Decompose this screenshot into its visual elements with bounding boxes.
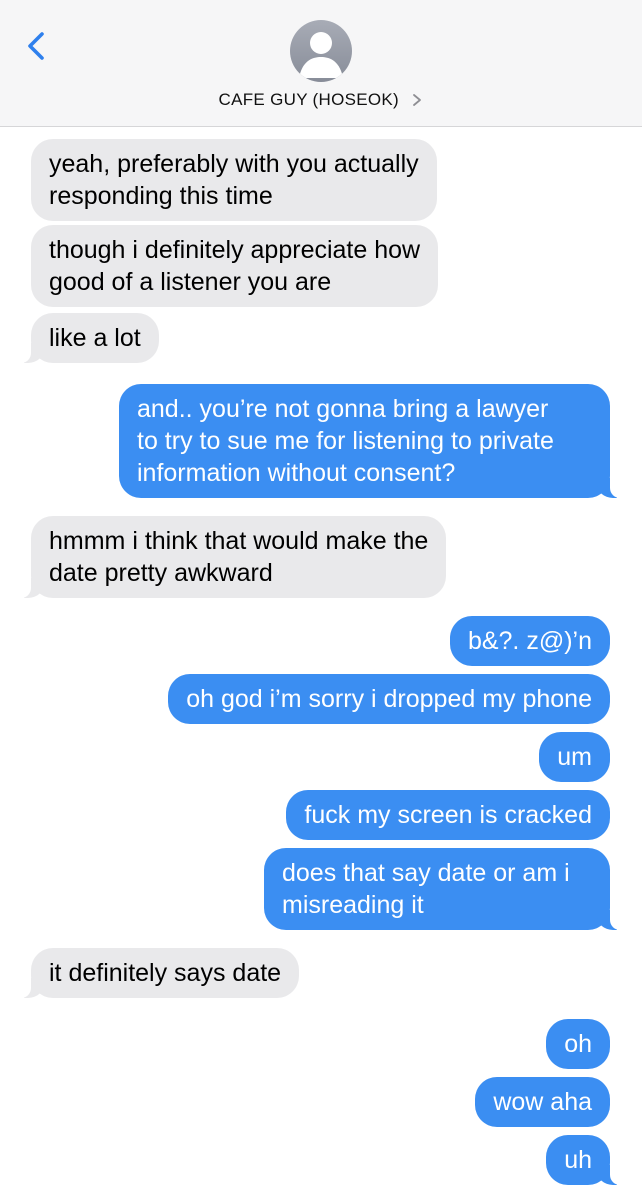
incoming-message[interactable]: yeah, preferably with you actually respo… xyxy=(31,139,437,221)
incoming-message[interactable]: hmmm i think that would make the date pr… xyxy=(18,516,447,598)
message-text: fuck my screen is cracked xyxy=(304,801,592,829)
message-text: yeah, preferably with you actually xyxy=(49,150,419,178)
message-text: to try to sue me for listening to privat… xyxy=(137,427,554,455)
outgoing-message[interactable]: wow aha xyxy=(475,1077,610,1127)
message-text: oh xyxy=(564,1030,592,1058)
message-text: misreading it xyxy=(282,891,424,919)
message-text: it definitely says date xyxy=(49,959,282,987)
message-text: um xyxy=(557,743,592,771)
message-text: does that say date or am i xyxy=(282,859,570,887)
message-text: like a lot xyxy=(49,324,141,352)
incoming-message[interactable]: like a lot xyxy=(19,313,159,363)
message-text: hmmm i think that would make the xyxy=(49,527,429,555)
message-text: and.. you’re not gonna bring a lawyer xyxy=(137,395,549,423)
message-thread[interactable]: yeah, preferably with you actually respo… xyxy=(0,127,642,1200)
back-button[interactable] xyxy=(20,24,56,68)
incoming-message[interactable]: though i definitely appreciate how good … xyxy=(31,225,439,307)
outgoing-message[interactable]: does that say date or am i misreading it xyxy=(264,848,622,930)
message-text: responding this time xyxy=(49,182,273,210)
message-text: oh god i’m sorry i dropped my phone xyxy=(186,685,592,713)
incoming-message[interactable]: it definitely says date xyxy=(18,948,300,998)
message-text: uh xyxy=(564,1146,592,1174)
contact-name: CAFE GUY (HOSEOK) xyxy=(218,90,400,109)
message-text: information without consent? xyxy=(137,459,456,487)
outgoing-message[interactable]: and.. you’re not gonna bring a lawyer to… xyxy=(119,384,622,498)
avatar[interactable] xyxy=(290,20,352,82)
message-text: wow aha xyxy=(493,1088,592,1116)
outgoing-message[interactable]: fuck my screen is cracked xyxy=(286,790,610,840)
person-placeholder-icon xyxy=(299,32,343,78)
message-text: though i definitely appreciate how xyxy=(49,236,421,264)
contact-details-link[interactable]: CAFE GUY (HOSEOK) xyxy=(0,90,642,114)
outgoing-message[interactable]: b&?. z@)’n xyxy=(449,616,610,666)
message-text: date pretty awkward xyxy=(49,559,273,587)
chevron-left-icon xyxy=(28,32,44,60)
outgoing-message[interactable]: oh xyxy=(546,1019,610,1069)
outgoing-message[interactable]: uh xyxy=(546,1135,622,1185)
outgoing-message[interactable]: um xyxy=(539,732,610,782)
message-text: b&?. z@)’n xyxy=(467,627,592,655)
chevron-right-icon xyxy=(413,94,422,106)
outgoing-message[interactable]: oh god i’m sorry i dropped my phone xyxy=(168,674,610,724)
conversation-header: CAFE GUY (HOSEOK) xyxy=(0,0,642,127)
message-text: good of a listener you are xyxy=(49,268,332,296)
